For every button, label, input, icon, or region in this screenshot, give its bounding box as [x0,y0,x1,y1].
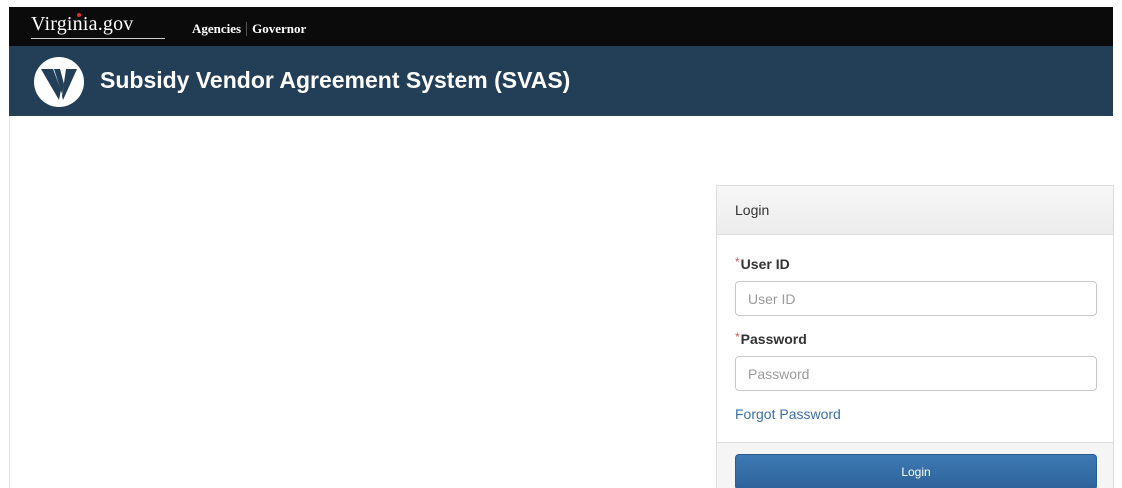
user-id-label: *User ID [735,255,790,272]
agencies-link[interactable]: Agencies [187,21,246,37]
virginia-gov-logo[interactable]: Virginia.gov [31,13,134,36]
forgot-password-link[interactable]: Forgot Password [735,406,841,422]
user-id-input[interactable] [735,281,1097,316]
login-panel-footer: Login [717,442,1113,488]
password-input[interactable] [735,356,1097,391]
login-button[interactable]: Login [735,454,1097,488]
login-panel: Login *User ID *Password Forgot Password… [716,185,1114,488]
required-marker: * [735,330,740,344]
top-strip [0,0,1122,7]
password-label-text: Password [740,331,807,347]
login-panel-heading: Login [717,186,1113,235]
virginia-gov-bar: Virginia.gov Agencies Governor [9,7,1113,46]
app-header: Subsidy Vendor Agreement System (SVAS) [9,46,1113,116]
page-title: Subsidy Vendor Agreement System (SVAS) [100,67,571,93]
logo-dot-icon [77,13,81,17]
required-marker: * [735,255,740,269]
password-label: *Password [735,330,807,347]
gov-nav-links: Agencies Governor [187,21,311,37]
logo-underline [31,38,165,39]
user-id-label-text: User ID [740,256,790,272]
virginia-v-logo-icon [34,57,84,107]
governor-link[interactable]: Governor [247,21,311,37]
